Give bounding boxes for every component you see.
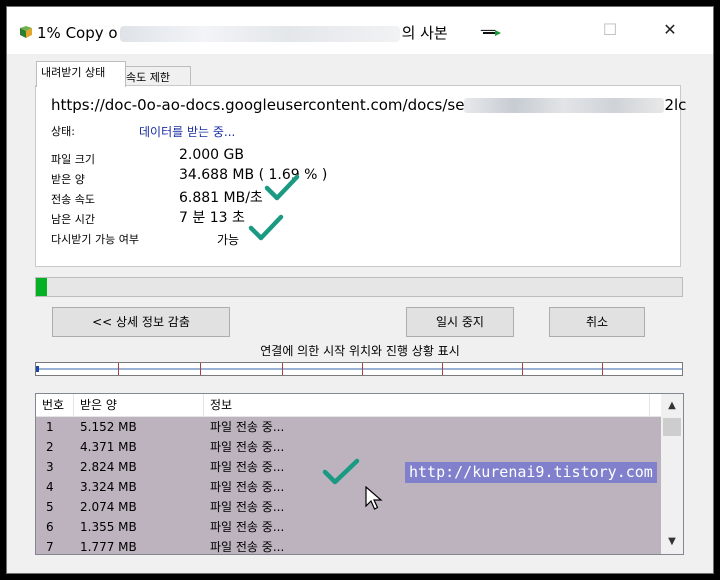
title-bar: 1% Copy o의 사본 — ☐ ✕ bbox=[7, 7, 713, 54]
column-header-received[interactable]: 받은 양 bbox=[74, 394, 204, 416]
segment-track bbox=[36, 368, 682, 370]
column-header-info[interactable]: 정보 bbox=[204, 394, 650, 416]
column-header-number[interactable]: 번호 bbox=[36, 394, 74, 416]
connection-segment-bar bbox=[35, 362, 683, 376]
row-info: 파일 전송 중... bbox=[210, 420, 285, 434]
row-info: 파일 전송 중... bbox=[210, 460, 285, 474]
resume-value: 가능 bbox=[217, 233, 240, 247]
remaining-label: 남은 시간 bbox=[51, 213, 95, 226]
list-row[interactable]: 6 1.355 MB 파일 전송 중... bbox=[36, 517, 661, 537]
segment-divider bbox=[118, 363, 119, 375]
row-number: 2 bbox=[46, 440, 54, 454]
download-progress-bar bbox=[35, 277, 683, 297]
row-number: 6 bbox=[46, 520, 54, 534]
speed-value: 6.881 MB/초 bbox=[179, 190, 263, 206]
checkmark-icon bbox=[248, 214, 284, 241]
row-received: 1.355 MB bbox=[80, 520, 137, 534]
checkmark-icon bbox=[264, 174, 300, 201]
row-number: 5 bbox=[46, 500, 54, 514]
received-label: 받은 양 bbox=[51, 173, 85, 186]
file-size-value: 2.000 GB bbox=[179, 147, 244, 163]
segment-start-marker bbox=[36, 366, 39, 372]
window-title: 1% Copy o의 사본 bbox=[37, 24, 448, 42]
status-label: 상태: bbox=[51, 125, 75, 138]
row-received: 2.824 MB bbox=[80, 460, 137, 474]
row-number: 3 bbox=[46, 460, 54, 474]
status-value: 데이터를 받는 중... bbox=[139, 125, 236, 139]
segment-divider bbox=[522, 363, 523, 375]
row-received: 1.777 MB bbox=[80, 540, 137, 554]
list-scrollbar[interactable]: ▲ ▼ bbox=[661, 394, 683, 554]
row-info: 파일 전송 중... bbox=[210, 480, 285, 494]
download-url: https://doc-0o-ao-docs.googleusercontent… bbox=[51, 96, 687, 114]
connection-progress-label: 연결에 의한 시작 위치와 진행 상황 표시 bbox=[260, 344, 460, 358]
remaining-value: 7 분 13 초 bbox=[179, 210, 245, 226]
row-received: 3.324 MB bbox=[80, 480, 137, 494]
blurred-url-text bbox=[464, 98, 665, 113]
segment-divider bbox=[602, 363, 603, 375]
segment-divider bbox=[200, 363, 201, 375]
status-panel: https://doc-0o-ao-docs.googleusercontent… bbox=[35, 85, 686, 267]
list-row[interactable]: 2 4.371 MB 파일 전송 중... bbox=[36, 437, 661, 457]
resume-label: 다시받기 가능 여부 bbox=[51, 233, 139, 246]
tab-download-status[interactable]: 내려받기 상태 bbox=[36, 61, 126, 87]
watermark-url: http://kurenai9.tistory.com bbox=[405, 462, 657, 483]
file-size-label: 파일 크기 bbox=[51, 153, 95, 166]
maximize-button[interactable]: ☐ bbox=[587, 15, 633, 45]
progress-fill bbox=[36, 278, 47, 296]
download-window: 1% Copy o의 사본 — ☐ ✕ 내려받기 상태 속도 제한 https:… bbox=[6, 6, 714, 574]
blurred-title-text bbox=[119, 25, 400, 42]
scrollbar-thumb[interactable] bbox=[663, 418, 681, 436]
list-row[interactable]: 5 2.074 MB 파일 전송 중... bbox=[36, 497, 661, 517]
row-received: 5.152 MB bbox=[80, 420, 137, 434]
scroll-up-arrow-icon[interactable]: ▲ bbox=[661, 396, 683, 416]
speed-label: 전송 속도 bbox=[51, 193, 95, 206]
tab-speed-limit[interactable]: 속도 제한 bbox=[121, 66, 191, 86]
list-header: 번호 받은 양 정보 bbox=[36, 394, 661, 417]
list-row[interactable]: 1 5.152 MB 파일 전송 중... bbox=[36, 417, 661, 437]
checkmark-icon bbox=[322, 458, 360, 485]
received-value: 34.688 MB ( 1.69 % ) bbox=[179, 167, 328, 183]
row-received: 2.074 MB bbox=[80, 500, 137, 514]
segment-divider bbox=[282, 363, 283, 375]
minimize-button[interactable]: — bbox=[465, 15, 511, 45]
list-row[interactable]: 7 1.777 MB 파일 전송 중... bbox=[36, 537, 661, 554]
row-number: 7 bbox=[46, 540, 54, 554]
segment-divider bbox=[362, 363, 363, 375]
pause-button[interactable]: 일시 중지 bbox=[406, 307, 514, 337]
row-info: 파일 전송 중... bbox=[210, 500, 285, 514]
cancel-button[interactable]: 취소 bbox=[549, 307, 645, 337]
app-icon bbox=[20, 26, 32, 38]
row-info: 파일 전송 중... bbox=[210, 440, 285, 454]
close-button[interactable]: ✕ bbox=[647, 15, 693, 45]
row-received: 4.371 MB bbox=[80, 440, 137, 454]
row-info: 파일 전송 중... bbox=[210, 520, 285, 534]
mouse-cursor-icon bbox=[365, 486, 383, 510]
row-number: 1 bbox=[46, 420, 54, 434]
hide-details-button[interactable]: << 상세 정보 감춤 bbox=[52, 307, 230, 337]
row-info: 파일 전송 중... bbox=[210, 540, 285, 554]
segment-divider bbox=[442, 363, 443, 375]
row-number: 4 bbox=[46, 480, 54, 494]
scroll-down-arrow-icon[interactable]: ▼ bbox=[661, 532, 683, 552]
